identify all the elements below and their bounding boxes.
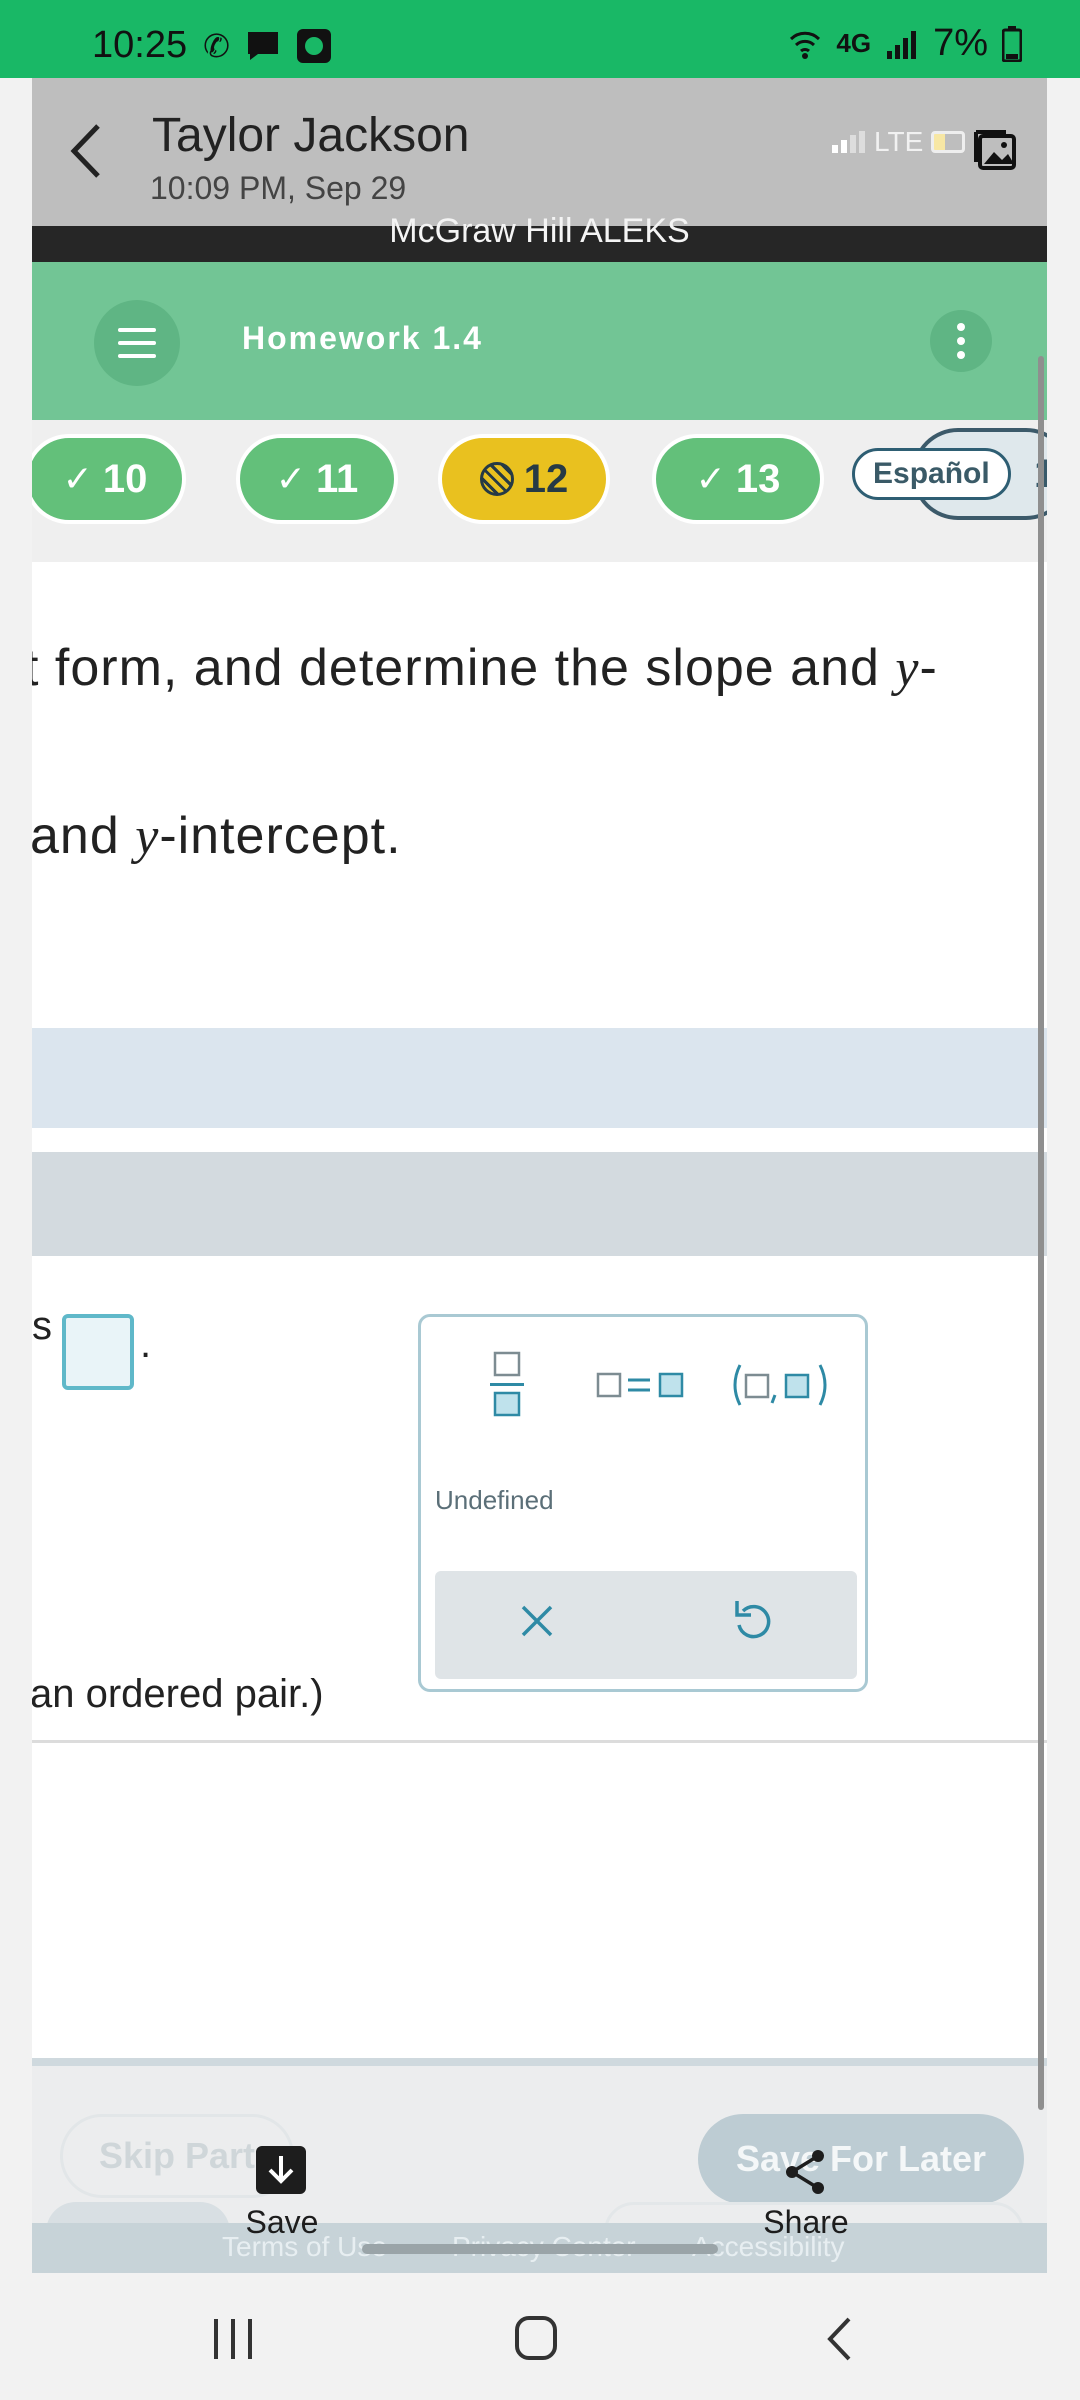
answer-input[interactable] — [62, 1314, 134, 1390]
question-progress: ✓10 ✓11 12 ✓13 14 Español — [32, 420, 1047, 562]
message-icon — [247, 31, 278, 60]
recents-icon — [214, 2319, 252, 2359]
part-subheader-band — [32, 1152, 1047, 1256]
in-progress-icon — [479, 462, 514, 496]
undo-icon — [735, 1601, 771, 1639]
home-icon — [515, 2316, 557, 2360]
back-arrow-icon[interactable] — [68, 122, 102, 193]
embedded-signal-icon — [832, 131, 865, 153]
fraction-icon — [490, 1351, 524, 1417]
ordered-pair-tool-button[interactable] — [721, 1335, 841, 1435]
equals-icon — [596, 1372, 684, 1398]
question-number: 10 — [102, 456, 148, 501]
question-text: -intercept. — [159, 807, 402, 865]
network-type: 4G — [836, 28, 872, 58]
answer-hint: an ordered pair.) — [32, 1672, 324, 1716]
hamburger-icon — [118, 328, 156, 332]
battery-percent: 7% — [933, 22, 988, 64]
fraction-tool-button[interactable] — [457, 1335, 557, 1435]
question-text-line-1: t form, and determine the slope and y- — [32, 638, 938, 698]
share-icon[interactable] — [782, 2148, 830, 2201]
part-header-band — [32, 1028, 1047, 1128]
equation-tool-button[interactable] — [587, 1335, 697, 1435]
math-palette: Undefined — [418, 1314, 868, 1692]
more-dot — [957, 351, 965, 359]
question-text: - — [919, 639, 938, 697]
embedded-lte: LTE — [874, 126, 924, 157]
share-label[interactable]: Share — [736, 2204, 876, 2241]
signal-icon — [887, 30, 917, 59]
home-button[interactable] — [514, 2315, 558, 2366]
status-bar: 10:25 ✆ 4G 7% — [0, 0, 1080, 78]
check-icon: ✓ — [695, 458, 726, 499]
embedded-battery-icon — [931, 131, 966, 153]
phone-icon: ✆ — [203, 27, 230, 64]
question-text: t form, and determine the slope and — [32, 639, 880, 697]
recent-apps-button[interactable] — [212, 2317, 254, 2366]
hamburger-line — [118, 341, 156, 345]
gallery-icon[interactable] — [972, 126, 1020, 179]
palette-actions — [435, 1571, 857, 1679]
screenshot-frame: McGraw Hill ALEKS Taylor Jackson 10:09 P… — [32, 78, 1047, 2273]
hamburger-line — [118, 354, 156, 358]
app-title: McGraw Hill ALEKS — [389, 212, 690, 250]
assignment-title: Homework 1.4 — [242, 320, 483, 356]
divider — [32, 1740, 1047, 1743]
question-number: 11 — [315, 456, 359, 501]
question-pill-13[interactable]: ✓ 13 — [652, 434, 824, 524]
close-icon — [521, 1605, 553, 1637]
undo-button[interactable] — [731, 1597, 775, 1648]
question-pill-12[interactable]: 12 — [438, 434, 610, 524]
screen: 10:25 ✆ 4G 7% McGraw Hill ALEKS Taylor J… — [0, 0, 1080, 2400]
question-text-line-2: and y-intercept. — [32, 806, 402, 866]
wifi-icon — [790, 31, 821, 59]
navigation-bar — [0, 2273, 1080, 2400]
menu-button[interactable] — [94, 300, 180, 386]
save-icon[interactable] — [256, 2146, 306, 2194]
clear-button[interactable] — [517, 1601, 557, 1646]
back-button[interactable] — [826, 2317, 852, 2366]
app-notification-icon — [296, 28, 331, 63]
math-variable: y — [895, 640, 920, 697]
answer-prefix: s — [32, 1304, 52, 1348]
more-vertical-icon — [957, 323, 965, 331]
home-indicator — [362, 2244, 718, 2254]
status-right: 4G 7% — [788, 22, 1022, 65]
question-pill-10[interactable]: ✓ 10 — [32, 434, 186, 524]
embedded-status: LTE — [832, 126, 966, 158]
check-icon: ✓ — [62, 458, 93, 499]
check-icon: ✓ — [275, 458, 306, 499]
question-number: 13 — [735, 456, 781, 501]
question-pill-11[interactable]: ✓ 11 — [236, 434, 398, 524]
answer-suffix: . — [140, 1322, 152, 1366]
question-number: 12 — [523, 456, 569, 501]
more-options-button[interactable] — [930, 310, 992, 372]
sender-name: Taylor Jackson — [152, 109, 470, 162]
math-variable: y — [135, 808, 160, 865]
back-icon — [827, 2317, 851, 2361]
scrollbar[interactable] — [1038, 356, 1044, 2110]
message-timestamp: 10:09 PM, Sep 29 — [150, 170, 407, 206]
clock: 10:25 — [92, 24, 188, 66]
save-for-later-button[interactable]: Save For Later — [698, 2114, 1024, 2204]
question-text: and — [32, 807, 136, 865]
battery-icon — [1002, 25, 1022, 62]
bottom-divider — [32, 2058, 1047, 2066]
undefined-button[interactable]: Undefined — [435, 1485, 554, 1516]
language-toggle-button[interactable]: Español — [852, 448, 1011, 500]
save-label[interactable]: Save — [212, 2204, 352, 2241]
status-left: 10:25 ✆ — [92, 24, 332, 67]
ordered-pair-icon — [733, 1364, 827, 1406]
more-dot — [957, 337, 965, 345]
